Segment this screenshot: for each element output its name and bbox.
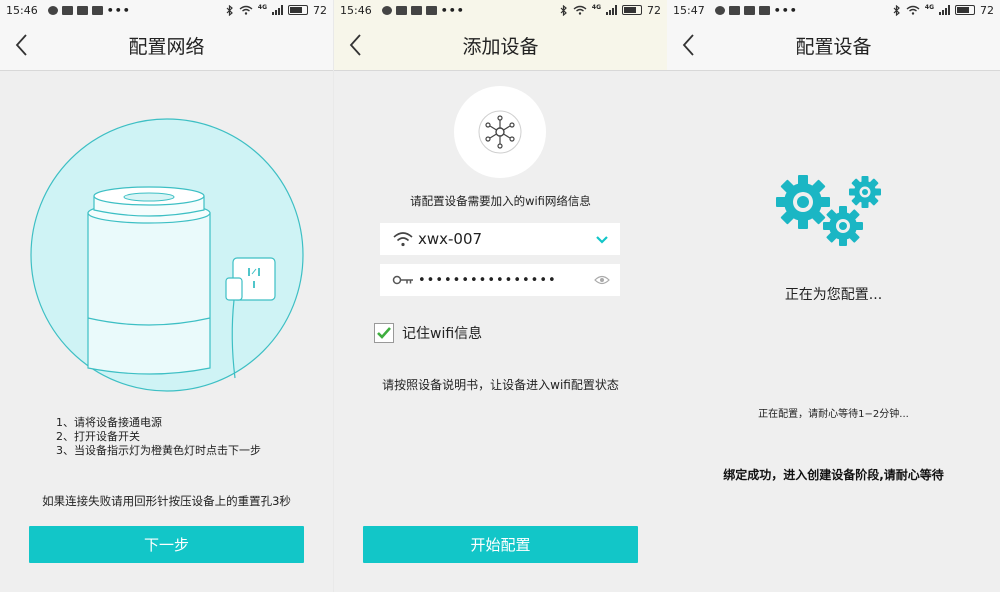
app-icon bbox=[91, 5, 103, 15]
wifi-status-icon bbox=[573, 5, 587, 15]
bluetooth-icon bbox=[560, 4, 567, 16]
step-item: 2、打开设备开关 bbox=[56, 430, 140, 443]
gears-icon bbox=[776, 175, 881, 246]
message-icon bbox=[381, 5, 392, 15]
app-icon bbox=[758, 5, 770, 15]
instruction-steps: 1、请将设备接通电源 2、打开设备开关 3、当设备指示灯为橙黄色灯时点击下一步 bbox=[56, 416, 261, 458]
page-title: 配置设备 bbox=[795, 35, 872, 58]
reset-note: 如果连接失败请用回形针按压设备上的重置孔3秒 bbox=[42, 494, 291, 508]
ssid-field[interactable]: xwx-007 bbox=[380, 223, 620, 255]
signal-icon bbox=[606, 5, 617, 15]
signal-icon bbox=[939, 5, 950, 15]
checkmark-icon bbox=[377, 327, 391, 339]
password-field[interactable]: •••••••••••••••• bbox=[380, 264, 620, 296]
nav-bar: 配置网络 bbox=[0, 20, 333, 70]
eye-icon[interactable] bbox=[592, 272, 612, 288]
network-type-label: 4G bbox=[924, 3, 934, 11]
mail-icon bbox=[61, 5, 73, 15]
message-icon bbox=[47, 5, 58, 15]
screen-add-device: 15:46 ••• 4G 72 添加设备 请配置设备需要加入的wifi网络信息 … bbox=[334, 0, 667, 592]
next-button[interactable]: 下一步 bbox=[29, 526, 304, 563]
app-icon bbox=[425, 5, 437, 15]
image-icon bbox=[743, 5, 755, 15]
divider bbox=[334, 70, 667, 71]
wifi-status-icon bbox=[239, 5, 253, 15]
battery-level: 72 bbox=[980, 3, 994, 17]
more-notifications-icon: ••• bbox=[773, 3, 798, 17]
bluetooth-icon bbox=[226, 4, 233, 16]
battery-icon bbox=[955, 5, 975, 15]
battery-icon bbox=[622, 5, 642, 15]
battery-level: 72 bbox=[647, 3, 661, 17]
chevron-down-icon[interactable] bbox=[592, 231, 612, 247]
image-icon bbox=[76, 5, 88, 15]
mail-icon bbox=[728, 5, 740, 15]
back-arrow-icon[interactable] bbox=[12, 33, 32, 57]
password-value[interactable]: •••••••••••••••• bbox=[418, 273, 592, 288]
wifi-info-label: 请配置设备需要加入的wifi网络信息 bbox=[410, 194, 591, 208]
step-item: 3、当设备指示灯为橙黄色灯时点击下一步 bbox=[56, 444, 261, 457]
signal-icon bbox=[272, 5, 283, 15]
divider bbox=[0, 70, 333, 71]
status-bar: 15:46 ••• 4G 72 bbox=[0, 0, 333, 20]
start-config-button[interactable]: 开始配置 bbox=[363, 526, 638, 563]
wifi-icon bbox=[392, 229, 414, 249]
key-icon bbox=[392, 270, 414, 290]
status-time: 15:47 bbox=[673, 3, 705, 17]
page-title: 添加设备 bbox=[462, 35, 539, 58]
mail-icon bbox=[395, 5, 407, 15]
configuring-status: 正在为您配置... bbox=[784, 287, 883, 303]
network-type-label: 4G bbox=[591, 3, 601, 11]
network-hub-icon bbox=[478, 110, 522, 154]
nav-bar: 添加设备 bbox=[334, 20, 667, 70]
bind-success-message: 绑定成功，进入创建设备阶段,请耐心等待 bbox=[723, 468, 944, 482]
status-time: 15:46 bbox=[6, 3, 38, 17]
config-mode-hint: 请按照设备说明书，让设备进入wifi配置状态 bbox=[382, 378, 619, 392]
wifi-status-icon bbox=[906, 5, 920, 15]
ssid-value[interactable]: xwx-007 bbox=[418, 230, 592, 248]
message-icon bbox=[714, 5, 725, 15]
nav-bar: 配置设备 bbox=[667, 20, 1000, 70]
screen-configure-network: 15:46 ••• 4G 72 配置网络 1、请将设备接通电源 2、打开设备开关… bbox=[0, 0, 333, 592]
device-plug-illustration bbox=[30, 118, 304, 392]
screen-configure-device: 15:47 ••• 4G 72 配置设备 正在为您配置... 正在配置，请耐心等… bbox=[667, 0, 1000, 592]
remember-label: 记住wifi信息 bbox=[402, 326, 483, 342]
back-arrow-icon[interactable] bbox=[679, 33, 699, 57]
bluetooth-icon bbox=[893, 4, 900, 16]
more-notifications-icon: ••• bbox=[106, 3, 131, 17]
status-bar: 15:47 ••• 4G 72 bbox=[667, 0, 1000, 20]
remember-wifi-option[interactable]: 记住wifi信息 bbox=[374, 323, 482, 343]
battery-icon bbox=[288, 5, 308, 15]
image-icon bbox=[410, 5, 422, 15]
status-time: 15:46 bbox=[340, 3, 372, 17]
remember-checkbox[interactable] bbox=[374, 323, 394, 343]
back-arrow-icon[interactable] bbox=[346, 33, 366, 57]
step-item: 1、请将设备接通电源 bbox=[56, 416, 162, 429]
wait-message: 正在配置，请耐心等待1−2分钟... bbox=[758, 409, 909, 420]
device-avatar bbox=[454, 86, 546, 178]
more-notifications-icon: ••• bbox=[440, 3, 465, 17]
divider bbox=[667, 70, 1000, 71]
network-type-label: 4G bbox=[257, 3, 267, 11]
status-bar: 15:46 ••• 4G 72 bbox=[334, 0, 667, 20]
battery-level: 72 bbox=[313, 3, 327, 17]
page-title: 配置网络 bbox=[128, 35, 205, 58]
